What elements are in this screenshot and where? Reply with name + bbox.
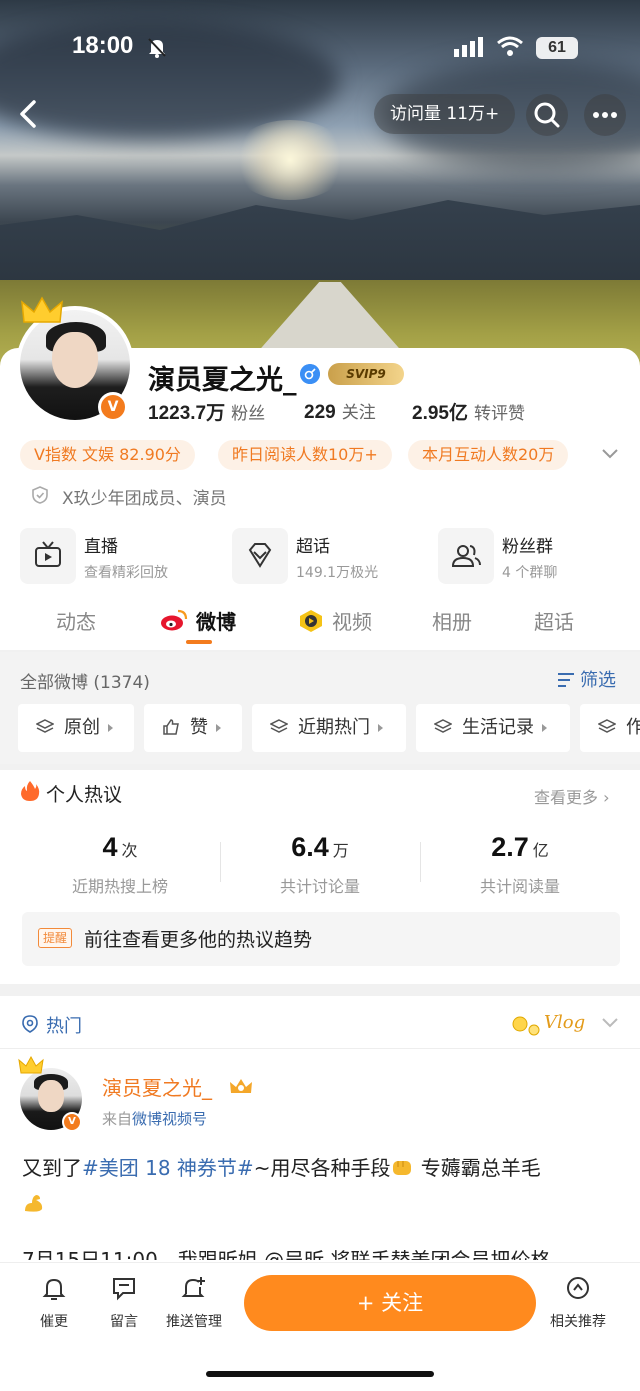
post-source-link[interactable]: 微博视频号 — [132, 1110, 207, 1128]
chip-original[interactable]: 原创 — [18, 704, 134, 752]
flexed-arm-emoji-icon — [25, 1195, 43, 1212]
profile-name: 演员夏之光_ — [148, 365, 297, 396]
layers-icon — [598, 719, 616, 733]
read-count-tag[interactable]: 昨日阅读人数10万+ — [218, 440, 392, 470]
fire-icon — [21, 781, 40, 801]
fist-emoji-icon — [393, 1161, 412, 1175]
battery-indicator: 61 — [536, 37, 578, 59]
bell-plus-icon — [181, 1277, 205, 1297]
verified-v-badge: V — [62, 1112, 82, 1132]
filter-bar: 全部微博 (1374) 筛选 原创 赞 近期热门 生活记录 作 — [0, 652, 640, 764]
v-index-tag[interactable]: V指数 文娱 82.90分 — [20, 440, 195, 470]
filter-button[interactable]: 筛选 — [556, 666, 616, 692]
remind-tag: 提醒 — [38, 928, 73, 948]
more-button[interactable] — [584, 94, 626, 136]
chevron-down-icon[interactable] — [600, 446, 620, 462]
chip-recent-hot[interactable]: 近期热门 — [252, 704, 406, 752]
tv-icon — [35, 541, 61, 567]
tab-dynamics[interactable]: 动态 — [56, 606, 96, 635]
tab-video[interactable]: 视频 — [332, 606, 372, 635]
search-icon — [534, 102, 560, 128]
shield-icon — [32, 486, 48, 504]
pin-icon — [22, 1015, 38, 1033]
svip-badge[interactable]: SVIP9 — [328, 363, 404, 385]
profile-bio: X玖少年团成员、演员 — [62, 489, 227, 509]
thumbs-up-icon — [163, 719, 179, 735]
nav-push-settings[interactable]: 推送管理 — [154, 1275, 234, 1331]
crown-icon — [21, 296, 63, 323]
profile-tabs: 动态 微博 视频 相册 超话 — [0, 596, 640, 648]
filter-icon — [558, 673, 574, 687]
nav-message[interactable]: 留言 — [84, 1275, 164, 1331]
nav-remind-update[interactable]: 催更 — [14, 1275, 94, 1331]
hot-discussion-card: 个人热议 查看更多 › 4次 近期热搜上榜 6.4 万 共计讨论量 2.7 亿 共计… — [0, 770, 640, 984]
tab-weibo[interactable]: 微博 — [196, 606, 236, 635]
male-gender-icon — [300, 364, 320, 384]
interaction-count-tag[interactable]: 本月互动人数20万 — [408, 440, 569, 470]
trend-reminder[interactable]: 提醒 前往查看更多他的热议趋势 — [22, 912, 620, 966]
verified-v-badge: V — [98, 392, 128, 422]
video-hex-icon — [300, 610, 322, 632]
layers-icon — [270, 719, 288, 733]
layers-icon — [434, 719, 452, 733]
post-body[interactable]: 又到了#美团 18 神券节#~用尽各种手段 专薅霸总羊毛 — [22, 1150, 622, 1222]
wifi-icon — [497, 36, 523, 56]
metric-discussion: 6.4 万 共计讨论量 — [279, 832, 360, 896]
post-source: 来自微博视频号 — [102, 1110, 208, 1128]
tab-album[interactable]: 相册 — [432, 606, 472, 635]
hot-discussion-title: 个人热议 — [46, 784, 123, 806]
stat-fans[interactable]: 1223.7万 粉丝 — [148, 398, 265, 425]
layers-icon — [36, 719, 54, 733]
all-weibo-count: 全部微博 (1374) — [20, 673, 150, 693]
stat-following[interactable]: 229 关注 — [304, 398, 376, 424]
signal-icon — [454, 37, 483, 57]
nav-related-recommend[interactable]: 相关推荐 — [538, 1275, 618, 1331]
diamond-icon — [248, 543, 272, 568]
status-time: 18:00 — [72, 32, 134, 59]
bell-off-icon — [148, 38, 166, 58]
chevron-down-icon[interactable] — [600, 1016, 620, 1030]
visit-count-pill[interactable]: 访问量 11万+ — [374, 94, 516, 134]
member-crown-icon — [230, 1079, 252, 1093]
chip-life-record[interactable]: 生活记录 — [416, 704, 570, 752]
vlog-sticker: Vlog — [512, 1012, 585, 1036]
group-icon — [451, 545, 481, 567]
hot-posts-section: 热门 Vlog V 演员夏之光_ 来自微博视频号 又到了#美团 18 神券节#~… — [0, 996, 640, 1262]
metric-hot-search: 4次 近期热搜上榜 — [71, 832, 168, 896]
metric-reads: 2.7 亿 共计阅读量 — [479, 832, 560, 896]
active-tab-indicator — [186, 640, 212, 644]
tab-supertopic[interactable]: 超话 — [534, 606, 574, 635]
back-icon[interactable] — [12, 96, 48, 132]
chip-works[interactable]: 作 — [580, 704, 640, 752]
see-more-link[interactable]: 查看更多 › — [534, 784, 610, 808]
more-dots-icon — [593, 112, 617, 118]
follow-button[interactable]: + 关注 — [244, 1275, 536, 1331]
post-body-continued: 7月15日11:00，我跟昕姐 @吴昕 将联手替美团会员把价格 — [22, 1248, 551, 1260]
remind-text: 前往查看更多他的热议趋势 — [84, 929, 313, 951]
post-author-name[interactable]: 演员夏之光_ — [102, 1072, 212, 1101]
crown-icon — [18, 1056, 44, 1074]
bottom-action-bar: 催更 留言 推送管理 + 关注 相关推荐 — [0, 1262, 640, 1391]
status-bar: 18:00 61 — [0, 0, 640, 90]
chip-liked[interactable]: 赞 — [144, 704, 242, 752]
weibo-logo-icon — [161, 609, 188, 631]
message-icon — [113, 1278, 135, 1301]
search-button[interactable] — [526, 94, 568, 136]
bell-icon — [42, 1278, 66, 1300]
svg-text:Vlog: Vlog — [544, 1012, 585, 1033]
compass-icon — [567, 1277, 589, 1299]
home-indicator — [206, 1371, 434, 1377]
hot-section-label: 热门 — [46, 1016, 82, 1037]
topic-link[interactable]: #美团 18 神券节# — [82, 1156, 254, 1180]
stat-reposts-likes[interactable]: 2.95亿 转评赞 — [412, 398, 525, 425]
